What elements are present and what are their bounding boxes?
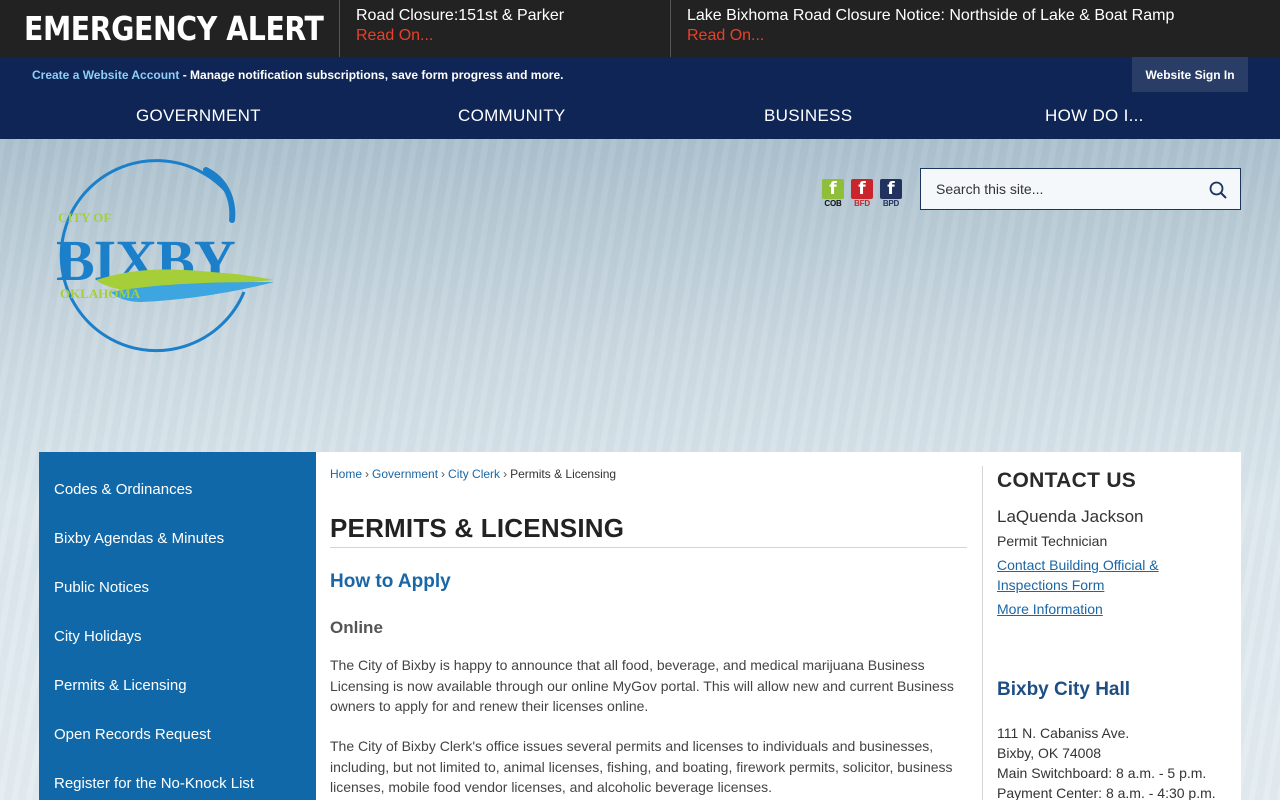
paragraph-online: The City of Bixby is happy to announce t…: [330, 657, 954, 714]
main-content: Home › Government › City Clerk › Permits & Lic…: [316, 452, 1241, 800]
search-icon[interactable]: [1209, 181, 1227, 199]
social-label: BPD: [882, 199, 900, 208]
site-search: [920, 168, 1241, 210]
contact-form-link[interactable]: Contact Building Official & Inspections …: [997, 555, 1187, 595]
nav-how-do-i[interactable]: HOW DO I...: [1045, 106, 1144, 126]
breadcrumb-government[interactable]: Government: [372, 467, 438, 481]
sidebar-item-permits-licensing[interactable]: Permits & Licensing: [54, 677, 187, 694]
breadcrumb-separator: ›: [503, 467, 508, 481]
facebook-glyph: f: [822, 179, 844, 199]
city-logo[interactable]: CITY OF BIXBY OKLAHOMA: [36, 152, 281, 357]
logo-text-oklahoma: OKLAHOMA: [60, 286, 141, 301]
breadcrumb-separator: ›: [441, 467, 446, 481]
website-sign-in-button[interactable]: Website Sign In: [1132, 57, 1248, 92]
breadcrumb-city-clerk[interactable]: City Clerk: [448, 467, 500, 481]
sidebar-nav: Codes & Ordinances Bixby Agendas & Minut…: [39, 452, 316, 800]
facebook-bfd-icon[interactable]: f BFD: [849, 179, 875, 209]
contact-name: LaQuenda Jackson: [997, 507, 1144, 526]
search-input[interactable]: [921, 169, 1201, 209]
breadcrumb-current: Permits & Licensing: [510, 467, 617, 481]
facebook-cob-icon[interactable]: f COB: [820, 179, 846, 209]
sidebar-item-codes-ordinances[interactable]: Codes & Ordinances: [54, 481, 192, 498]
address-line-2: Bixby, OK 74008: [997, 745, 1102, 761]
create-account-link[interactable]: Create a Website Account: [32, 68, 179, 82]
account-text: Create a Website Account - Manage notifi…: [32, 68, 563, 82]
city-hall-heading: Bixby City Hall: [997, 679, 1131, 700]
nav-community[interactable]: COMMUNITY: [458, 106, 566, 126]
breadcrumb: Home › Government › City Clerk › Permits & Lic…: [330, 467, 616, 481]
alert-item-title[interactable]: Lake Bixhoma Road Closure Notice: Norths…: [687, 7, 1264, 25]
facebook-glyph: f: [880, 179, 902, 199]
alert-read-on-link[interactable]: Read On...: [356, 25, 654, 47]
alert-item[interactable]: Road Closure:151st & Parker Read On...: [340, 0, 671, 57]
title-divider: [330, 547, 967, 548]
logo-text-city-of: CITY OF: [58, 210, 111, 225]
sidebar-item-agendas-minutes[interactable]: Bixby Agendas & Minutes: [54, 530, 224, 547]
more-information-link[interactable]: More Information: [997, 599, 1187, 619]
sidebar-item-no-knock-list[interactable]: Register for the No-Knock List: [54, 775, 254, 792]
hours-main-switchboard: Main Switchboard: 8 a.m. - 5 p.m.: [997, 765, 1207, 781]
facebook-bpd-icon[interactable]: f BPD: [878, 179, 904, 209]
facebook-glyph: f: [851, 179, 873, 199]
emergency-alert-bar: EMERGENCY ALERT Road Closure:151st & Par…: [0, 0, 1280, 57]
account-description: - Manage notification subscriptions, sav…: [179, 68, 564, 82]
hours-payment-center: Payment Center: 8 a.m. - 4:30 p.m.: [997, 785, 1216, 800]
paragraph-permits: The City of Bixby Clerk's office issues …: [330, 738, 953, 795]
alert-item-title[interactable]: Road Closure:151st & Parker: [356, 7, 654, 25]
main-nav: GOVERNMENT COMMUNITY BUSINESS HOW DO I..…: [0, 92, 1280, 139]
contact-heading: CONTACT US: [997, 469, 1137, 492]
sidebar-item-city-holidays[interactable]: City Holidays: [54, 628, 142, 645]
alert-item[interactable]: Lake Bixhoma Road Closure Notice: Norths…: [671, 0, 1280, 57]
section-heading: How to Apply: [330, 571, 451, 592]
nav-government[interactable]: GOVERNMENT: [136, 106, 261, 126]
subsection-heading: Online: [330, 618, 383, 637]
account-bar: Create a Website Account - Manage notifi…: [0, 57, 1280, 92]
address-line-1: 111 N. Cabaniss Ave.: [997, 725, 1130, 741]
page-title: PERMITS & LICENSING: [330, 513, 625, 543]
emergency-alert-title: EMERGENCY ALERT: [0, 0, 340, 57]
contact-role: Permit Technician: [997, 533, 1108, 549]
social-label: BFD: [854, 199, 870, 208]
emergency-alert-label: EMERGENCY ALERT: [24, 9, 324, 48]
sidebar-item-public-notices[interactable]: Public Notices: [54, 579, 149, 596]
alert-read-on-link[interactable]: Read On...: [687, 25, 1264, 47]
sidebar-item-open-records[interactable]: Open Records Request: [54, 726, 211, 743]
column-divider: [982, 466, 983, 800]
social-label: COB: [824, 199, 842, 208]
breadcrumb-home[interactable]: Home: [330, 467, 362, 481]
breadcrumb-separator: ›: [365, 467, 370, 481]
nav-business[interactable]: BUSINESS: [764, 106, 852, 126]
